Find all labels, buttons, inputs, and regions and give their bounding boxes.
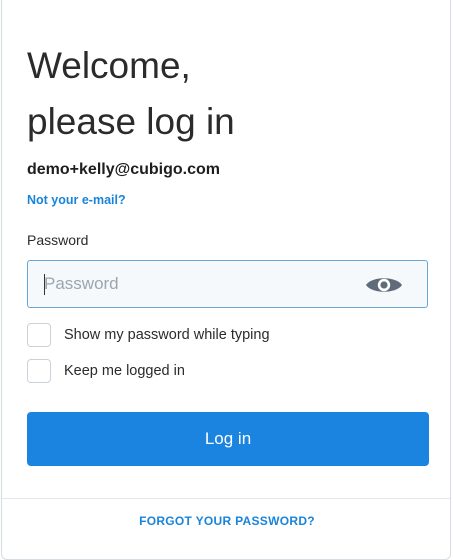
footer-divider (2, 498, 450, 499)
show-password-option[interactable]: Show my password while typing (27, 322, 270, 348)
password-field-container (27, 260, 428, 308)
eye-icon[interactable] (365, 274, 403, 296)
show-password-label: Show my password while typing (64, 327, 270, 343)
login-button[interactable]: Log in (27, 412, 429, 466)
show-password-checkbox[interactable] (27, 323, 51, 347)
password-label: Password (27, 232, 89, 248)
title-line-1: Welcome, (27, 45, 191, 86)
keep-logged-in-option[interactable]: Keep me logged in (27, 358, 185, 384)
login-card: Welcome, please log in demo+kelly@cubigo… (1, 0, 451, 560)
not-your-email-link[interactable]: Not your e-mail? (27, 193, 126, 207)
account-email: demo+kelly@cubigo.com (27, 161, 220, 178)
keep-logged-in-label: Keep me logged in (64, 363, 185, 379)
title-line-2: please log in (27, 101, 235, 142)
password-input[interactable] (28, 261, 358, 307)
keep-logged-in-checkbox[interactable] (27, 359, 51, 383)
text-caret (44, 274, 45, 295)
page-title: Welcome, please log in (27, 38, 235, 150)
forgot-password-link[interactable]: FORGOT YOUR PASSWORD? (2, 514, 452, 528)
